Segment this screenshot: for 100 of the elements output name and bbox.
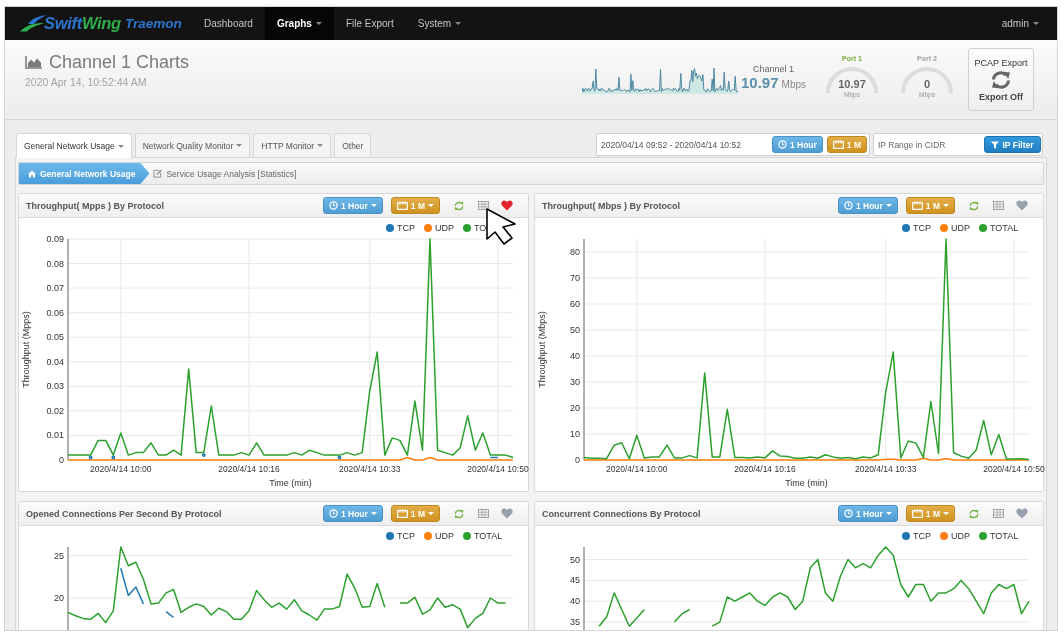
edit-icon (153, 169, 163, 178)
filter-icon (991, 140, 1000, 149)
legend-label[interactable]: TOTAL (474, 531, 503, 541)
tab[interactable]: Network Quality Monitor (134, 133, 251, 157)
refresh-icon[interactable] (969, 508, 979, 519)
user-menu[interactable]: admin (989, 7, 1057, 40)
gauge-dial (825, 64, 879, 93)
calendar-icon (396, 201, 408, 210)
axis-tick-label: 2020/4/14 10:16 (218, 464, 280, 474)
chart-title: Throughput( Mbps ) By Protocol (542, 200, 681, 211)
axis-tick-label: 70 (570, 273, 580, 283)
axis-tick-label: 20 (570, 403, 580, 413)
ip-filter-button[interactable]: IP Filter (984, 136, 1041, 153)
legend-label[interactable]: TOTAL (990, 223, 1019, 233)
legend-label[interactable]: TCP (397, 531, 415, 541)
legend-dot-icon[interactable] (940, 224, 948, 232)
legend-label[interactable]: UDP (435, 531, 454, 541)
axis-tick-label: 50 (570, 554, 580, 565)
clock-icon (328, 509, 338, 518)
caret-icon (370, 204, 377, 207)
axis-tick-label: 25 (54, 550, 64, 561)
caret-icon (943, 204, 949, 207)
legend-label[interactable]: UDP (435, 223, 454, 233)
legend-dot-icon[interactable] (386, 532, 394, 540)
axis-tick-label: 30 (570, 377, 580, 387)
legend-dot-icon[interactable] (902, 224, 910, 232)
port-value: 0 (923, 77, 931, 90)
clock-icon (777, 140, 787, 149)
axis-tick-label: 0.06 (46, 307, 64, 318)
caret-icon (370, 512, 377, 515)
heart-icon[interactable] (501, 508, 513, 519)
area-chart-icon (25, 56, 42, 69)
axis-title: Throughput (Mbps) (537, 311, 547, 388)
refresh-icon[interactable] (454, 200, 464, 211)
caret-icon (885, 512, 892, 515)
clock-icon (328, 201, 338, 210)
legend-dot-icon[interactable] (902, 532, 910, 540)
heart-icon[interactable] (501, 200, 513, 211)
axis-tick-label: 0.03 (46, 381, 64, 392)
pcap-export-button[interactable]: PCAP Export Export Off (968, 48, 1034, 111)
heart-icon[interactable] (1016, 508, 1028, 519)
breadcrumb-item[interactable]: Service Usage Analysis [Statistics] (153, 163, 297, 184)
axis-tick-label: 2020/4/14 10:50 (983, 464, 1045, 474)
axis-tick-label: 0 (575, 455, 580, 465)
page-title: Channel 1 Charts (49, 52, 190, 73)
heart-icon[interactable] (1016, 200, 1028, 211)
axis-tick-label: 60 (570, 299, 580, 309)
legend-dot-icon[interactable] (424, 532, 432, 540)
axis-tick-label: 2020/4/14 10:33 (338, 464, 401, 474)
axis-title: Time (min) (269, 478, 312, 488)
caret-icon (885, 204, 892, 207)
nav-item[interactable]: Dashboard (192, 7, 265, 40)
clock-icon (843, 509, 853, 518)
caret-icon (428, 204, 434, 207)
legend-dot-icon[interactable] (463, 224, 471, 232)
port-value: 10.97 (838, 77, 866, 90)
tab[interactable]: General Network Usage (16, 133, 132, 158)
caret-icon (428, 512, 434, 515)
legend-label[interactable]: TO (474, 223, 487, 233)
chart-title: Opened Connections Per Second By Protocol (26, 508, 223, 519)
legend-label[interactable]: TCP (913, 531, 931, 541)
tab[interactable]: Other (334, 133, 372, 157)
legend-dot-icon[interactable] (386, 224, 394, 232)
axis-tick-label: 35 (570, 617, 580, 628)
axis-tick-label: 2020/4/14 10:16 (734, 464, 796, 474)
nav-item[interactable]: Graphs (264, 7, 334, 40)
axis-tick-label: 0.05 (46, 332, 64, 343)
tab[interactable]: HTTP Monitor (253, 133, 332, 157)
brand-product[interactable]: Traemon (124, 16, 182, 31)
axis-tick-label: 0.09 (46, 234, 64, 244)
chart-title: Throughput( Mpps ) By Protocol (26, 200, 165, 211)
legend-dot-icon[interactable] (940, 532, 948, 540)
refresh-icon (991, 70, 1011, 89)
channel-value: 10.97 (741, 74, 779, 91)
legend-label[interactable]: TCP (397, 223, 415, 233)
nav-item[interactable]: File Export (333, 7, 406, 40)
brand-name[interactable]: SwiftWing (44, 14, 121, 33)
legend-dot-icon[interactable] (979, 532, 987, 540)
axis-tick-label: 0.04 (46, 356, 64, 367)
refresh-icon[interactable] (969, 200, 979, 211)
mouse-pointer-icon (486, 208, 516, 245)
axis-tick-label: 50 (570, 325, 580, 335)
legend-dot-icon[interactable] (424, 224, 432, 232)
legend-dot-icon[interactable] (979, 224, 987, 232)
legend-label[interactable]: TCP (913, 223, 931, 233)
refresh-icon[interactable] (454, 508, 464, 519)
legend-label[interactable]: UDP (951, 531, 970, 541)
legend-label[interactable]: UDP (951, 223, 970, 233)
nav-item[interactable]: System (405, 7, 474, 40)
legend-label[interactable]: TOTAL (990, 531, 1019, 541)
channel-label: Channel 1 (752, 64, 794, 74)
axis-title: Throughput (Mpps) (21, 311, 31, 388)
legend-dot-icon[interactable] (463, 532, 471, 540)
axis-tick-label: 80 (570, 247, 580, 257)
table-icon[interactable] (478, 201, 489, 210)
axis-tick-label: 2020/4/14 10:00 (606, 464, 668, 474)
axis-tick-label: 40 (570, 351, 580, 361)
axis-tick-label: 40 (570, 596, 580, 607)
axis-title: Time (min) (785, 478, 828, 488)
calendar-icon (832, 140, 844, 149)
